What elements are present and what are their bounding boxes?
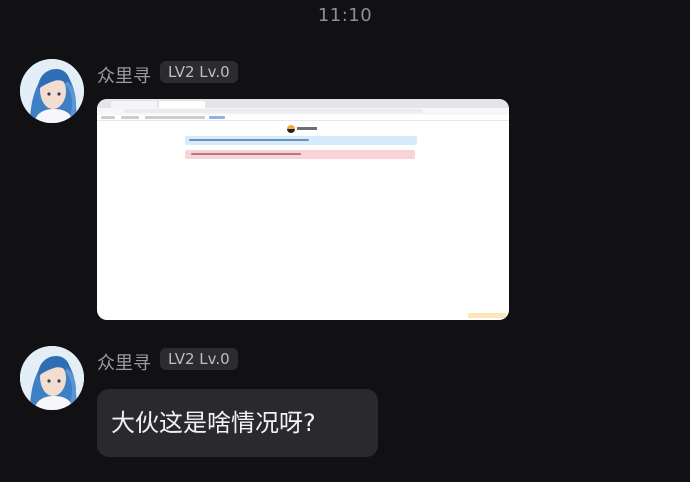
- screenshot-image-message[interactable]: [97, 99, 509, 320]
- sender-name[interactable]: 众里寻: [97, 349, 151, 375]
- sender-name[interactable]: 众里寻: [97, 62, 151, 88]
- avatar-image: [20, 59, 84, 123]
- avatar[interactable]: [20, 346, 84, 410]
- message-bubble[interactable]: 大伙这是啥情况呀?: [97, 389, 378, 457]
- site-logo-text: [297, 127, 317, 130]
- site-logo-icon: [287, 125, 295, 133]
- browser-bookmarks-bar: [97, 115, 509, 121]
- avatar-image: [20, 346, 84, 410]
- status-time: 11:10: [317, 5, 373, 26]
- browser-tab: [159, 101, 205, 108]
- avatar[interactable]: [20, 59, 84, 123]
- browser-address-bar: [97, 108, 509, 115]
- browser-tab-bar: [97, 99, 509, 108]
- level-badge: LV2 Lv.0: [160, 61, 238, 83]
- browser-url: [123, 109, 423, 113]
- info-banner: [185, 136, 417, 145]
- footer-widget: [468, 313, 506, 318]
- level-badge: LV2 Lv.0: [160, 348, 238, 370]
- browser-tab: [111, 101, 157, 108]
- error-banner: [185, 150, 415, 159]
